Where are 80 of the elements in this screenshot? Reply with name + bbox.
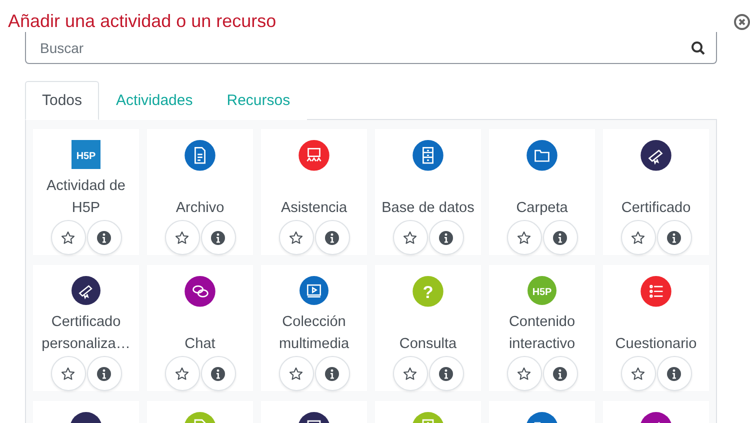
tab[interactable]: Todos (25, 81, 100, 120)
star-icon (402, 230, 418, 246)
activity-name: Cuestionario (614, 335, 698, 354)
info-button[interactable] (542, 356, 578, 391)
star-button[interactable] (392, 220, 428, 255)
activity-name: Asistencia (280, 199, 348, 218)
star-button[interactable] (50, 220, 86, 255)
info-icon (210, 230, 226, 246)
info-button[interactable] (86, 356, 122, 391)
star-icon (174, 366, 190, 382)
activity-card[interactable]: Certificado personaliza… (33, 265, 139, 391)
activity-card[interactable]: Carpeta (489, 129, 595, 255)
activity-icon: H5P (526, 276, 558, 305)
info-icon (96, 230, 112, 246)
star-button[interactable] (50, 356, 86, 391)
star-icon (630, 366, 646, 382)
info-button[interactable] (656, 356, 692, 391)
dialog-title: Añadir una actividad o un recurso (8, 10, 276, 32)
activity-card[interactable]: Certificado (603, 129, 709, 255)
star-button[interactable] (278, 356, 314, 391)
activity-name: Colección multimedia (278, 313, 350, 354)
activity-name: Actividad de H5P (46, 177, 126, 218)
activity-name: Consulta (398, 335, 458, 354)
star-icon (402, 366, 418, 382)
star-button[interactable] (506, 220, 542, 255)
info-icon (552, 230, 568, 246)
info-button[interactable] (86, 220, 122, 255)
activity-name: Contenido interactivo (508, 313, 576, 354)
info-icon (324, 230, 340, 246)
star-icon (60, 230, 76, 246)
info-icon (666, 366, 682, 382)
activity-icon: ? (412, 276, 444, 307)
info-button[interactable] (428, 356, 464, 391)
star-icon (516, 366, 532, 382)
info-icon (96, 366, 112, 382)
info-button[interactable] (428, 220, 464, 255)
activity-card[interactable]: H5P Actividad de H5P (33, 129, 139, 255)
star-icon (630, 230, 646, 246)
info-button[interactable] (656, 220, 692, 255)
star-button[interactable] (392, 356, 428, 391)
star-icon (288, 366, 304, 382)
activity-name: Carpeta (515, 199, 569, 218)
activity-card[interactable]: Base de datos (375, 129, 481, 255)
info-button[interactable] (314, 220, 350, 255)
activity-card[interactable]: Cuestionario (603, 265, 709, 391)
info-icon (552, 366, 568, 382)
activity-card[interactable]: Archivo (147, 129, 253, 255)
star-button[interactable] (620, 220, 656, 255)
info-icon (666, 230, 682, 246)
activity-card[interactable]: Colección multimedia (261, 265, 367, 391)
activity-card[interactable]: H5P Contenido interactivo (489, 265, 595, 391)
search-icon[interactable] (691, 41, 705, 55)
activity-name: Base de datos (380, 199, 476, 218)
info-button[interactable] (200, 356, 236, 391)
activity-card[interactable]: Asistencia (261, 129, 367, 255)
activity-name: Certificado (620, 199, 692, 218)
activity-name: Archivo (174, 199, 226, 218)
info-button[interactable] (542, 220, 578, 255)
star-icon (516, 230, 532, 246)
star-icon (60, 366, 76, 382)
star-button[interactable] (506, 356, 542, 391)
logo-icon: H5P (70, 140, 102, 169)
info-icon (438, 366, 454, 382)
info-icon (210, 366, 226, 382)
star-button[interactable] (278, 220, 314, 255)
info-button[interactable] (200, 220, 236, 255)
info-icon (324, 366, 340, 382)
info-button[interactable] (314, 356, 350, 391)
activity-name: Chat (184, 335, 216, 354)
close-icon[interactable] (734, 14, 750, 30)
star-icon (288, 230, 304, 246)
star-button[interactable] (620, 356, 656, 391)
star-button[interactable] (164, 356, 200, 391)
activity-name: Certificado personaliza… (40, 313, 132, 354)
activity-card[interactable]: ? Consulta (375, 265, 481, 391)
info-icon (438, 230, 454, 246)
star-button[interactable] (164, 220, 200, 255)
activity-card[interactable]: Chat (147, 265, 253, 391)
star-icon (174, 230, 190, 246)
search-field[interactable]: Buscar (25, 32, 717, 64)
